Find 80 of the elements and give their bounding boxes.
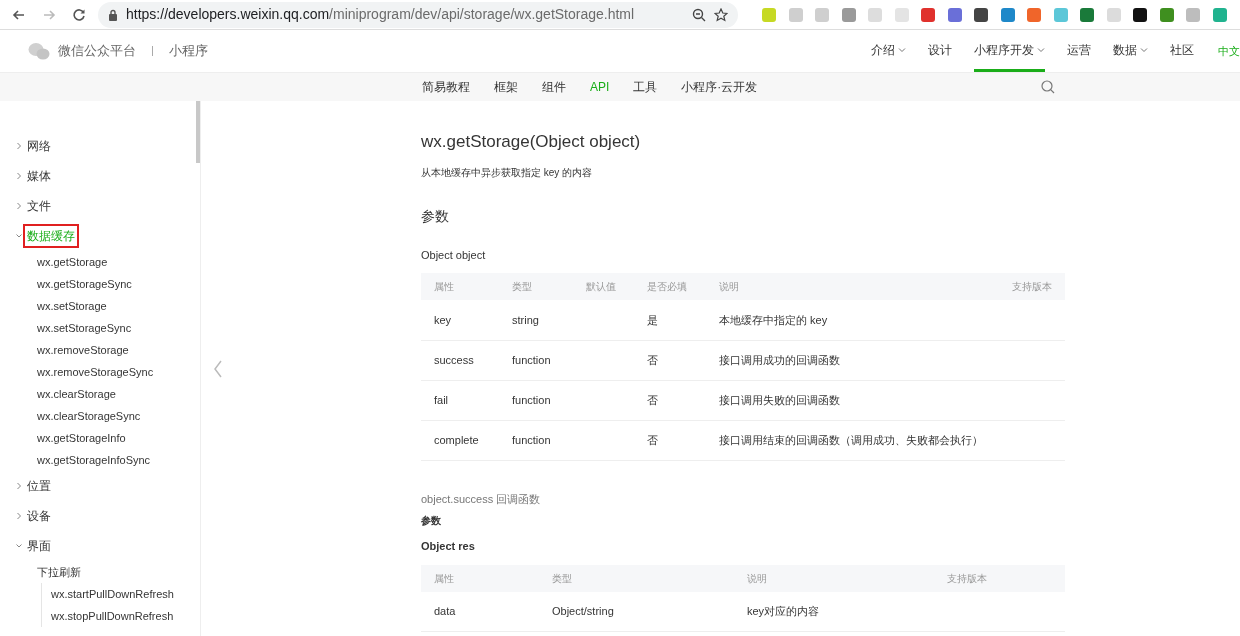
column-header: 类型 [499, 273, 573, 300]
column-header: 属性 [421, 273, 499, 300]
column-header: 属性 [421, 564, 539, 592]
column-header: 支持版本 [934, 564, 1065, 592]
nav-tab[interactable]: 数据 [1113, 30, 1148, 72]
sidebar-item[interactable]: 界面 [23, 534, 55, 558]
sidebar-subitem[interactable]: wx.clearStorageSync [37, 407, 141, 425]
sidebar-subitem[interactable]: wx.clearStorage [37, 385, 116, 403]
sidebar-item[interactable]: 媒体 [23, 164, 55, 188]
table-cell: key [421, 300, 499, 340]
page-title: wx.getStorage(Object object) [421, 131, 642, 153]
extension-icon[interactable] [1133, 7, 1147, 22]
column-header: 说明 [706, 273, 996, 300]
sidebar-subitem[interactable]: wx.setStorage [37, 297, 107, 315]
table-cell: success [421, 340, 499, 380]
column-header: 支持版本 [996, 273, 1065, 300]
subnav-tab[interactable]: 框架 [494, 78, 518, 96]
subnav-tab[interactable]: 工具 [633, 78, 658, 96]
chat-bubbles-logo-icon [28, 42, 50, 60]
table-cell: key对应的内容 [734, 591, 934, 632]
brand-name[interactable]: 微信公众平台 [58, 41, 136, 61]
sidebar-subitem[interactable]: wx.removeStorageSync [37, 363, 154, 381]
sidebar-item[interactable]: 网络 [23, 134, 55, 158]
subnav-tab[interactable]: 简易教程 [422, 78, 470, 96]
product-name[interactable]: 小程序 [169, 41, 208, 61]
sidebar-subitem[interactable]: wx.stopPullDownRefresh [51, 607, 174, 625]
callback-caption: object.success 回调函数 [421, 491, 542, 507]
forward-arrow-icon [42, 7, 56, 22]
nav-tab[interactable]: 设计 [928, 30, 952, 72]
table-cell: 接口调用成功的回调函数 [706, 340, 996, 380]
url-text: https://developers.weixin.qq.com/miniprogram/dev/api/storage/wx.getStorage.html [126, 5, 636, 24]
table-cell: 否 [634, 420, 706, 460]
subnav-tab[interactable]: 小程序·云开发 [681, 78, 758, 96]
table-cell: data [421, 591, 539, 632]
table-caption: Object object [421, 247, 487, 263]
table-cell: function [499, 420, 573, 460]
sidebar-subitem[interactable]: 下拉刷新 [37, 563, 81, 581]
sidebar-subitem[interactable]: wx.setStorageSync [37, 319, 132, 337]
extension-icon[interactable] [974, 7, 988, 22]
column-header: 类型 [539, 564, 734, 592]
zoom-out-icon[interactable] [692, 7, 706, 22]
table-cell: 本地缓存中指定的 key [706, 300, 996, 340]
subnav-tab[interactable]: 组件 [542, 78, 566, 96]
sidebar-subitem[interactable]: wx.startPullDownRefresh [51, 585, 174, 603]
star-icon[interactable] [714, 7, 728, 22]
table-cell: complete [421, 420, 499, 460]
reload-icon [72, 7, 86, 22]
sidebar-subitem[interactable]: wx.getStorageSync [37, 275, 132, 293]
sidebar-subitem[interactable]: wx.removeStorage [37, 341, 129, 359]
sidebar-item[interactable]: 位置 [23, 474, 55, 498]
section-heading: 参数 [421, 206, 450, 226]
table-cell: 接口调用失败的回调函数 [706, 380, 996, 420]
params-label: 参数 [421, 514, 442, 528]
search-icon[interactable] [1041, 80, 1055, 94]
nav-tab[interactable]: 介绍 [871, 30, 906, 72]
column-header: 是否必填 [634, 273, 706, 300]
table-cell: 否 [634, 380, 706, 420]
description-text: 从本地缓存中异步获取指定 key 的内容 [421, 165, 594, 180]
sidebar-subitem[interactable]: wx.getStorageInfoSync [37, 451, 151, 469]
sidebar-subitem[interactable]: wx.getStorage [37, 253, 108, 271]
scrollbar-thumb[interactable] [196, 101, 200, 163]
column-header: 默认值 [573, 273, 634, 300]
sidebar-item[interactable]: 设备 [23, 504, 55, 528]
table-cell: fail [421, 380, 499, 420]
table-cell: 接口调用结束的回调函数（调用成功、失败都会执行） [706, 420, 996, 460]
sidebar-subitem[interactable]: wx.getStorageInfo [37, 429, 126, 447]
table-cell: 是 [634, 300, 706, 340]
sidebar-item[interactable]: 文件 [23, 194, 55, 218]
table-cell: 否 [634, 340, 706, 380]
table-cell: Object/string [539, 591, 734, 632]
table-cell: function [499, 380, 573, 420]
table-cell: function [499, 340, 573, 380]
lock-icon [108, 8, 118, 21]
table-caption: Object res [421, 539, 476, 554]
back-arrow-icon [12, 7, 26, 22]
table-cell: string [499, 300, 573, 340]
address-bar[interactable]: https://developers.weixin.qq.com/miniprogram/dev/api/storage/wx.getStorage.html [98, 1, 738, 28]
column-header: 说明 [734, 564, 934, 592]
nav-tab[interactable]: 运营 [1067, 30, 1091, 72]
nav-tab[interactable]: 社区 [1170, 30, 1194, 72]
